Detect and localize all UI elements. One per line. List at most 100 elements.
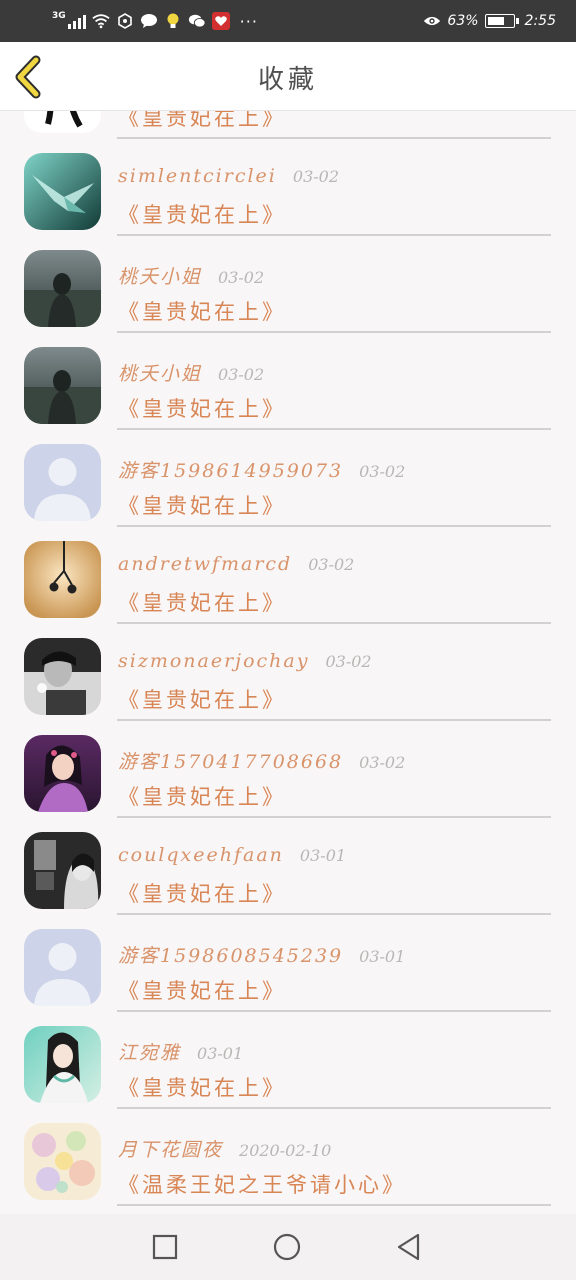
home-button[interactable]: [272, 1232, 302, 1262]
book-title[interactable]: 《皇贵妃在上》: [118, 490, 286, 520]
list-item[interactable]: coulqxeehfaan 03-01 《皇贵妃在上》: [0, 818, 576, 915]
user-name[interactable]: sizmonaerjochay: [118, 650, 309, 672]
avatar[interactable]: [24, 1123, 101, 1200]
book-title[interactable]: 《皇贵妃在上》: [118, 199, 286, 229]
battery-icon: [484, 14, 519, 28]
recent-apps-button[interactable]: [150, 1232, 180, 1262]
avatar[interactable]: [24, 111, 101, 133]
system-nav-bar: [0, 1214, 576, 1280]
avatar[interactable]: [24, 347, 101, 424]
app-header: 收藏: [0, 42, 576, 111]
date-label: 03-02: [308, 555, 355, 574]
square-icon: [152, 1234, 178, 1260]
name-line: coulqxeehfaan 03-01: [118, 844, 346, 866]
book-title[interactable]: 《温柔王妃之王爷请小心》: [118, 1169, 406, 1199]
date-label: 03-02: [218, 365, 265, 384]
user-name[interactable]: 桃夭小姐: [118, 359, 202, 386]
date-label: 03-02: [218, 268, 265, 287]
triangle-back-icon: [397, 1233, 420, 1261]
user-name[interactable]: 游客1598608545239: [118, 941, 343, 968]
date-label: 03-02: [359, 462, 406, 481]
wechat-icon: [188, 12, 206, 30]
name-line: 桃夭小姐 03-02: [118, 262, 264, 289]
user-name[interactable]: 月下花圆夜: [118, 1135, 223, 1162]
name-line: 游客1598608545239 03-01: [118, 941, 405, 968]
date-label: 03-01: [359, 947, 406, 966]
flower-collage-icon: [24, 1123, 101, 1200]
user-name[interactable]: 桃夭小姐: [118, 262, 202, 289]
list-item[interactable]: sizmonaerjochay 03-02 《皇贵妃在上》: [0, 624, 576, 721]
date-label: 03-02: [325, 652, 372, 671]
clock: 2:55: [524, 13, 556, 29]
book-title[interactable]: 《皇贵妃在上》: [118, 1072, 286, 1102]
user-name[interactable]: 江宛雅: [118, 1038, 181, 1065]
dark-portrait-icon: [24, 832, 101, 909]
list-item[interactable]: 桃夭小姐 03-02 《皇贵妃在上》: [0, 236, 576, 333]
circle-icon: [273, 1233, 301, 1261]
signal-icon: [67, 13, 86, 29]
list-item[interactable]: 月下花圆夜 2020-02-10 《温柔王妃之王爷请小心》: [0, 1109, 576, 1206]
book-title[interactable]: 《皇贵妃在上》: [118, 393, 286, 423]
book-title[interactable]: 《皇贵妃在上》: [118, 587, 286, 617]
avatar[interactable]: [24, 929, 101, 1006]
earphones-icon: [24, 541, 101, 618]
status-bar: 3G ··· 63% 2:55: [0, 0, 576, 42]
avatar[interactable]: [24, 832, 101, 909]
user-name[interactable]: coulqxeehfaan: [118, 844, 284, 866]
default-user-icon: [24, 929, 101, 1006]
default-user-icon: [24, 444, 101, 521]
boy-portrait-icon: [24, 638, 101, 715]
nav-back-button[interactable]: [394, 1232, 424, 1262]
list-item[interactable]: 桃夭小姐 03-02 《皇贵妃在上》: [0, 333, 576, 430]
paper-crane-icon: [24, 153, 101, 230]
avatar[interactable]: [24, 153, 101, 230]
name-line: 月下花圆夜 2020-02-10: [118, 1135, 331, 1162]
ancient-girl-icon: [24, 1026, 101, 1103]
user-name[interactable]: 游客1598614959073: [118, 456, 343, 483]
book-title[interactable]: 《皇贵妃在上》: [118, 296, 286, 326]
book-title[interactable]: 《皇贵妃在上》: [118, 878, 286, 908]
drawing-icon: [24, 111, 101, 133]
name-line: 江宛雅 03-01: [118, 1038, 243, 1065]
avatar[interactable]: [24, 1026, 101, 1103]
battery-percent: 63%: [447, 13, 479, 29]
favorites-list[interactable]: 《皇贵妃在上》 simlentcirclei 03-02 《皇贵妃在上》 桃夭小姐 03-…: [0, 111, 576, 1214]
list-item[interactable]: simlentcirclei 03-02 《皇贵妃在上》: [0, 139, 576, 236]
list-item[interactable]: andretwfmarcd 03-02 《皇贵妃在上》: [0, 527, 576, 624]
book-title[interactable]: 《皇贵妃在上》: [118, 975, 286, 1005]
list-item[interactable]: 江宛雅 03-01 《皇贵妃在上》: [0, 1012, 576, 1109]
avatar[interactable]: [24, 735, 101, 812]
divider: [117, 1204, 551, 1206]
date-label: 2020-02-10: [239, 1141, 332, 1160]
avatar[interactable]: [24, 444, 101, 521]
eye-icon: [423, 12, 441, 30]
list-item[interactable]: 《皇贵妃在上》: [0, 111, 576, 139]
girl-field-icon: [24, 250, 101, 327]
book-title[interactable]: 《皇贵妃在上》: [118, 684, 286, 714]
network-type: 3G: [52, 11, 66, 21]
more-dots-icon: ···: [239, 11, 258, 31]
avatar[interactable]: [24, 541, 101, 618]
avatar[interactable]: [24, 250, 101, 327]
name-line: 游客1598614959073 03-02: [118, 456, 405, 483]
date-label: 03-02: [292, 167, 340, 186]
list-item[interactable]: 游客1598614959073 03-02 《皇贵妃在上》: [0, 430, 576, 527]
user-name[interactable]: 游客1570417708668: [118, 747, 343, 774]
name-line: 游客1570417708668 03-02: [118, 747, 405, 774]
book-title[interactable]: 《皇贵妃在上》: [118, 111, 286, 132]
list-item[interactable]: 游客1598608545239 03-01 《皇贵妃在上》: [0, 915, 576, 1012]
list-item[interactable]: 游客1570417708668 03-02 《皇贵妃在上》: [0, 721, 576, 818]
user-name[interactable]: andretwfmarcd: [118, 553, 292, 575]
user-name[interactable]: simlentcirclei: [118, 165, 277, 187]
date-label: 03-01: [299, 846, 347, 865]
avatar[interactable]: [24, 638, 101, 715]
date-label: 03-01: [197, 1044, 244, 1063]
hexagon-icon: [116, 12, 134, 30]
page-title: 收藏: [257, 65, 318, 95]
date-label: 03-02: [359, 753, 406, 772]
chat-bubble-icon: [140, 12, 158, 30]
name-line: andretwfmarcd 03-02: [118, 553, 354, 575]
lightbulb-icon: [164, 12, 182, 30]
battery-fill: [487, 17, 504, 25]
book-title[interactable]: 《皇贵妃在上》: [118, 781, 286, 811]
